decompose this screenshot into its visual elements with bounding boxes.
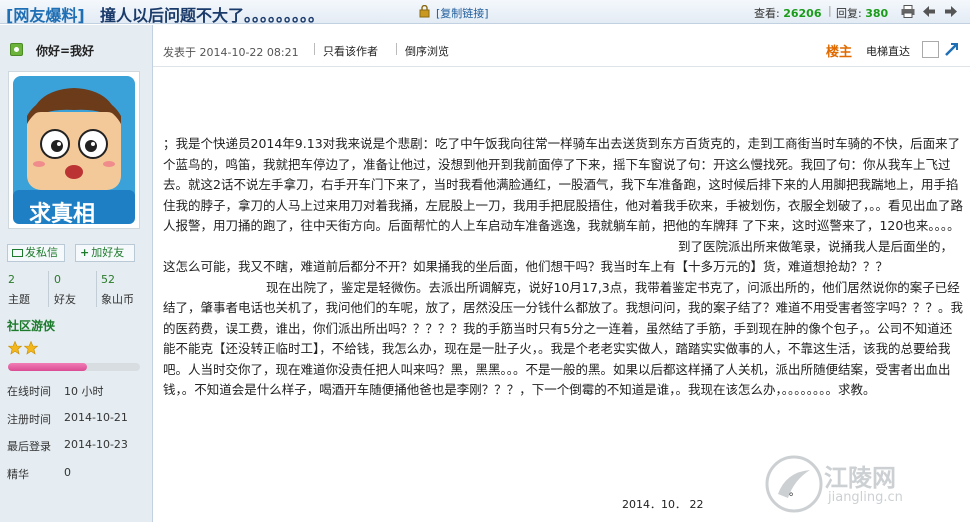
register-date-value: 2014-10-21 — [64, 411, 128, 424]
add-friend-button[interactable]: + 加好友 — [75, 244, 135, 262]
post-header: 发表于 2014-10-22 08:21 只看该作者 倒序浏览 楼主 电梯直达 — [153, 25, 970, 65]
go-arrow-icon[interactable] — [944, 41, 960, 57]
post-paragraph: 现在出院了，鉴定是轻微伤。去派出所调解克，说好10月17,3点，我带着鉴定书克了… — [163, 279, 964, 398]
watermark-url: jiangling.cn — [828, 490, 903, 505]
view-count: 查看: 26206 — [754, 5, 822, 21]
star-icon — [24, 341, 38, 355]
digest-label: 精华 — [7, 468, 29, 481]
register-date-label: 注册时间 — [7, 413, 51, 426]
online-time-label: 在线时间 — [7, 385, 51, 398]
post-content: ；我是个快递员2014年9.13对我来说是个悲剧：吃了中午饭我向往常一样骑车出去… — [163, 134, 963, 401]
plus-icon: + — [80, 246, 90, 259]
site-watermark: 江陵网 jiangling.cn — [760, 450, 965, 520]
stat-coins-count[interactable]: 52 — [101, 273, 115, 286]
level-progress-bar — [8, 363, 140, 371]
digest-value: 0 — [64, 466, 71, 479]
post-paragraph: 到了医院派出所来做笔录，说捅我人是后面坐的，这怎么可能，我又不瞎，难道前后都分不… — [163, 238, 954, 275]
stat-coins-label: 象山币 — [101, 293, 134, 306]
stat-divider — [48, 271, 49, 307]
stat-topics-count[interactable]: 2 — [8, 273, 15, 286]
floor-jump-input[interactable] — [922, 41, 939, 58]
watermark-name: 江陵网 — [824, 464, 896, 492]
add-friend-label: 加好友 — [91, 246, 125, 259]
arrow-right-icon[interactable] — [944, 5, 958, 18]
reply-label: 回复: — [836, 7, 862, 20]
reply-count-value: 380 — [865, 7, 889, 20]
separator: | — [828, 4, 832, 17]
thread-title: 撞人以后问题不大了。。。。。。。。。 — [100, 6, 325, 25]
lock-icon — [419, 5, 430, 18]
star-icon — [8, 341, 22, 355]
print-icon[interactable] — [901, 5, 915, 18]
stat-divider — [96, 271, 97, 307]
author-name[interactable]: 你好=我好 — [36, 42, 94, 59]
page: [网友爆料] 撞人以后问题不大了。。。。。。。。。 [复制链接] 查看: 262… — [0, 0, 970, 522]
online-status-icon — [10, 43, 23, 56]
avatar[interactable]: 求真相 — [8, 71, 140, 229]
send-message-label: 发私信 — [25, 246, 58, 259]
watermark-logo-icon — [765, 455, 823, 513]
floor-label: 楼主 — [826, 45, 853, 60]
post-paragraph: ；我是个快递员2014年9.13对我来说是个悲剧：吃了中午饭我向往常一样骑车出去… — [163, 136, 964, 233]
level-progress-fill — [8, 363, 88, 371]
reply-count: 回复: 380 — [836, 5, 888, 21]
separator — [396, 43, 397, 55]
author-sidebar: 你好=我好 求真相 发私信 + 加好友 2 主题 0 好友 52 象山币 社区游… — [0, 25, 153, 522]
header-divider — [153, 66, 970, 67]
online-time-value: 10 小时 — [64, 385, 104, 398]
last-login-value: 2014-10-23 — [64, 438, 128, 451]
stat-friends-count[interactable]: 0 — [54, 273, 61, 286]
stat-friends-label: 好友 — [54, 293, 76, 306]
view-label: 查看: — [754, 7, 780, 20]
post-signature-date: 2014．10． 22 — [622, 498, 704, 511]
author-only-link[interactable]: 只看该作者 — [323, 43, 378, 59]
user-group[interactable]: 社区游侠 — [7, 317, 55, 334]
arrow-left-icon[interactable] — [922, 5, 936, 18]
reverse-order-link[interactable]: 倒序浏览 — [405, 43, 449, 59]
thread-category[interactable]: [网友爆料] — [6, 2, 85, 26]
last-login-label: 最后登录 — [7, 440, 51, 453]
thread-title-bar: [网友爆料] 撞人以后问题不大了。。。。。。。。。 [复制链接] 查看: 262… — [0, 0, 970, 26]
send-message-button[interactable]: 发私信 — [7, 244, 65, 262]
copy-link-button[interactable]: [复制链接] — [436, 5, 489, 21]
envelope-icon — [12, 249, 23, 257]
separator — [314, 43, 315, 55]
post-date: 发表于 2014-10-22 08:21 — [163, 46, 299, 59]
stat-topics-label: 主题 — [8, 293, 30, 306]
floor-jump-label: 电梯直达 — [866, 45, 910, 58]
view-count-value: 26206 — [783, 7, 822, 20]
avatar-caption: 求真相 — [29, 202, 96, 227]
